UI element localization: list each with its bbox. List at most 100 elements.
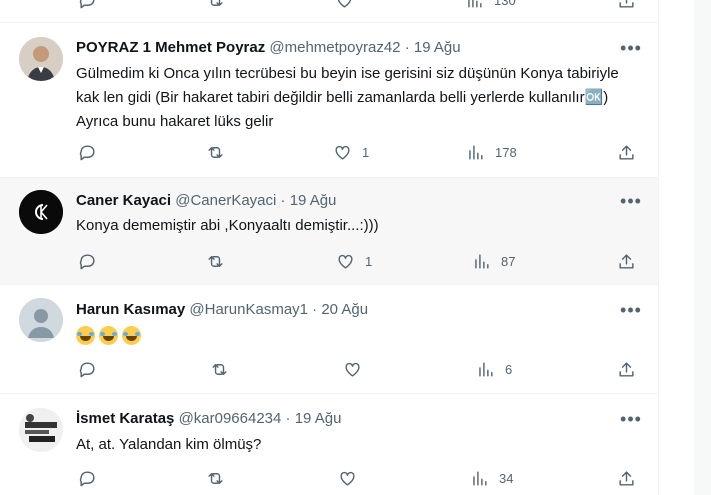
handle[interactable]: @mehmetpoyraz42 [269,39,400,56]
more-icon: ••• [620,300,642,320]
avatar-photo [19,37,63,81]
reply-icon [79,471,95,487]
default-avatar-icon [19,298,63,342]
retweet-icon [208,256,223,267]
avatar[interactable] [19,408,63,452]
tweet[interactable]: İsmet Karataş @kar09664234 · 19 Ağu ••• … [0,394,658,495]
tweet[interactable]: Caner Kayaci @CanerKayaci · 19 Ağu ••• K… [0,178,658,285]
share-icon [619,362,634,377]
display-name[interactable]: İsmet Karataş [76,410,174,427]
like-button[interactable]: 1 [336,252,372,271]
views-count: 130 [494,0,516,8]
avatar[interactable] [19,190,63,234]
more-button[interactable]: ••• [620,192,642,215]
like-button[interactable] [335,0,354,10]
tweet[interactable]: POYRAZ 1 Mehmet Poyraz @mehmetpoyraz42 ·… [0,23,658,178]
handle[interactable]: @HarunKasmay1 [189,301,308,318]
more-button[interactable]: ••• [620,39,642,62]
share-button[interactable] [617,143,636,162]
reply-icon [79,362,95,378]
like-count: 1 [362,144,370,160]
like-icon [340,471,355,486]
views-icon [475,254,489,269]
tweet-header: Caner Kayaci @CanerKayaci · 19 Ağu [76,192,337,209]
retweet-button[interactable] [206,0,225,10]
laughing-tears-emoji-icon [99,325,118,345]
reply-icon [79,0,95,9]
like-icon [338,254,353,269]
like-button[interactable]: 1 [333,143,369,162]
like-button[interactable] [343,360,372,379]
reply-icon [79,254,95,270]
views-button[interactable]: 6 [476,360,512,379]
share-button[interactable] [617,360,636,379]
retweet-icon [210,0,223,6]
views-icon [473,471,487,486]
views-button[interactable]: 34 [470,469,513,488]
display-name[interactable]: Caner Kayaci [76,192,171,209]
like-button[interactable] [338,469,367,488]
views-icon [468,0,482,8]
views-button[interactable]: 178 [466,143,517,162]
scrollbar[interactable] [694,0,711,495]
share-icon [619,471,634,486]
tweet-text: Konya dememiştir abi ,Konyaaltı demiştir… [76,217,379,234]
tweet-date[interactable]: 19 Ağu [290,192,337,209]
views-count: 6 [505,361,513,377]
tweet-date[interactable]: 20 Ağu [321,301,368,318]
share-icon [619,254,634,269]
reply-button[interactable] [78,469,107,488]
share-button[interactable] [617,0,636,10]
views-count: 87 [501,253,516,269]
handle[interactable]: @CanerKayaci [175,192,276,209]
views-button[interactable]: 87 [472,252,515,271]
retweet-icon [212,364,227,375]
tweet-date[interactable]: 19 Ağu [414,39,461,56]
tweet-emojis [76,323,636,347]
share-button[interactable] [617,469,636,488]
avatar[interactable] [19,37,63,81]
retweet-button[interactable] [210,360,239,379]
like-icon [337,0,352,8]
like-icon [335,145,350,160]
views-icon [469,145,483,160]
avatar[interactable] [19,298,63,342]
like-count: 1 [365,253,373,269]
display-name[interactable]: POYRAZ 1 Mehmet Poyraz [76,39,265,56]
tweet-header: İsmet Karataş @kar09664234 · 19 Ağu [76,410,342,427]
tweet-feed: 130 POYRAZ 1 Mehmet Poyraz @mehmetpoyraz… [0,0,659,495]
views-count: 34 [499,470,514,486]
reply-icon [79,145,95,161]
retweet-button[interactable] [206,469,235,488]
retweet-button[interactable] [206,143,235,162]
tweet-text: At, at. Yalandan kim ölmüş? [76,436,262,453]
more-icon: ••• [620,409,642,429]
retweet-button[interactable] [206,252,235,271]
views-count: 178 [495,144,517,160]
laughing-tears-emoji-icon [122,325,141,345]
tweet-text: Gülmedim ki Onca yılın tecrübesi bu beyi… [76,65,619,130]
retweet-icon [208,147,223,158]
avatar-logo [19,190,63,234]
more-icon: ••• [620,191,642,211]
tweet-header: Harun Kasımay @HarunKasmay1 · 20 Ağu [76,301,369,318]
tweet-header: POYRAZ 1 Mehmet Poyraz @mehmetpoyraz42 ·… [76,39,461,56]
tweet[interactable]: Harun Kasımay @HarunKasmay1 · 20 Ağu •••… [0,285,658,394]
views-button[interactable]: 130 [465,0,516,10]
reply-button[interactable] [78,143,107,162]
previous-tweet-actions: 130 [0,0,658,23]
more-icon: ••• [620,38,642,58]
more-button[interactable]: ••• [620,301,642,324]
retweet-icon [208,473,223,484]
display-name[interactable]: Harun Kasımay [76,301,185,318]
reply-button[interactable] [78,360,107,379]
reply-button[interactable] [78,252,107,271]
share-icon [619,0,634,8]
handle[interactable]: @kar09664234 [179,410,282,427]
reply-button[interactable] [78,0,97,10]
laughing-tears-emoji-icon [76,325,95,345]
views-icon [479,362,493,377]
tweet-date[interactable]: 19 Ağu [295,410,342,427]
share-button[interactable] [617,252,636,271]
more-button[interactable]: ••• [620,410,642,433]
